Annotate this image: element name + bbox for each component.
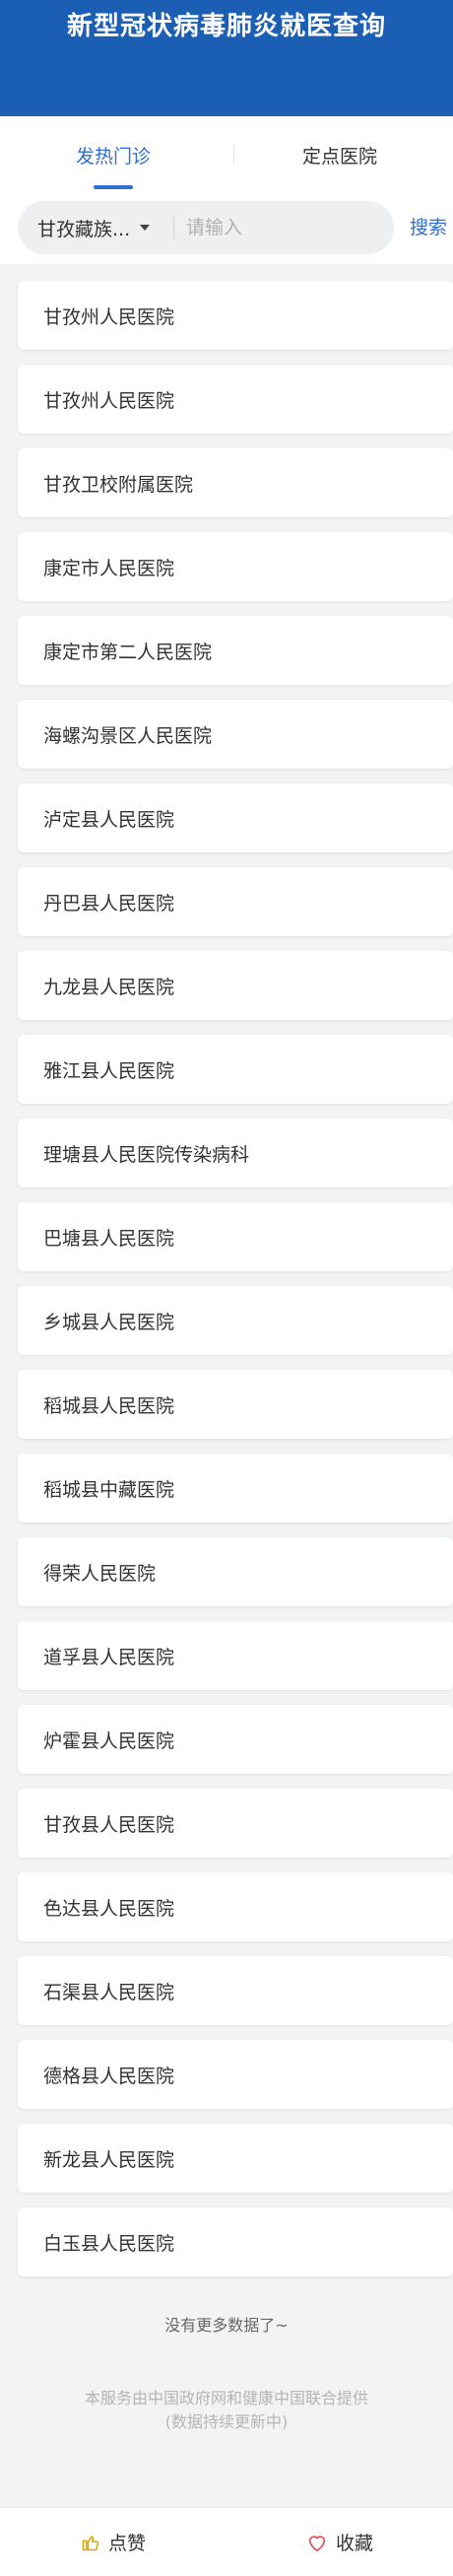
hospital-list-item[interactable]: 炉霍县人民医院 xyxy=(18,1705,453,1774)
hospital-list-item[interactable]: 康定市人民医院 xyxy=(18,532,453,601)
search-bar: 甘孜藏族... 搜索 xyxy=(0,193,453,264)
hospital-list-item[interactable]: 雅江县人民医院 xyxy=(18,1035,453,1104)
hospital-name: 丹巴县人民医院 xyxy=(43,892,175,915)
hospital-name: 德格县人民医院 xyxy=(43,2065,175,2087)
tab-fever-clinic[interactable]: 发热门诊 xyxy=(0,116,226,193)
hospital-list-item[interactable]: 理塘县人民医院传染病科 xyxy=(18,1119,453,1187)
hospital-name: 巴塘县人民医院 xyxy=(43,1227,175,1250)
region-select[interactable]: 甘孜藏族... xyxy=(18,201,173,254)
hospital-name: 道孚县人民医院 xyxy=(43,1646,175,1668)
hospital-name: 白玉县人民医院 xyxy=(43,2232,175,2255)
tab-divider xyxy=(233,144,234,164)
hospital-list-item[interactable]: 道孚县人民医院 xyxy=(18,1621,453,1690)
list-end-text: 没有更多数据了~ xyxy=(164,2316,289,2335)
hospital-name: 雅江县人民医院 xyxy=(43,1059,175,1082)
heart-icon xyxy=(308,2535,326,2551)
search-box: 甘孜藏族... xyxy=(18,201,394,254)
hospital-name: 稻城县人民医院 xyxy=(43,1394,175,1417)
tab-bar: 发热门诊 定点医院 xyxy=(0,116,453,193)
search-divider xyxy=(173,215,174,240)
hospital-name: 得荣人民医院 xyxy=(43,1562,157,1585)
hospital-list-item[interactable]: 甘孜县人民医院 xyxy=(18,1789,453,1858)
hospital-name: 康定市第二人民医院 xyxy=(43,641,213,663)
hospital-list: 甘孜州人民医院 甘孜州人民医院 甘孜卫校附属医院 康定市人民医院康定市第二人民医院 海螺… xyxy=(18,281,453,2291)
hospital-list-item[interactable]: 白玉县人民医院 xyxy=(18,2207,453,2276)
hospital-list-item[interactable]: 得荣人民医院 xyxy=(18,1537,453,1606)
hospital-name: 九龙县人民医院 xyxy=(43,976,175,998)
bottom-bar: 点赞 收藏 xyxy=(0,2507,453,2576)
hospital-name: 海螺沟景区人民医院 xyxy=(43,724,213,747)
like-button[interactable]: 点赞 xyxy=(0,2508,226,2576)
hospital-name: 乡城县人民医院 xyxy=(43,1311,175,1333)
footer-line-2: (数据持续更新中) xyxy=(164,2412,289,2431)
hospital-name: 甘孜州人民医院 xyxy=(43,389,175,412)
hospital-list-item[interactable]: 甘孜州人民医院 xyxy=(18,281,453,350)
thumbs-up-icon xyxy=(82,2535,99,2550)
hospital-list-item[interactable]: 色达县人民医院 xyxy=(18,1872,453,1941)
collect-button[interactable]: 收藏 xyxy=(226,2508,453,2576)
like-label: 点赞 xyxy=(107,2533,146,2554)
hospital-list-item[interactable]: 石渠县人民医院 xyxy=(18,1956,453,2025)
hospital-name: 泸定县人民医院 xyxy=(43,808,175,831)
hospital-list-item[interactable]: 丹巴县人民医院 xyxy=(18,867,453,936)
hospital-list-item[interactable]: 稻城县人民医院 xyxy=(18,1370,453,1439)
footer-line-1: 本服务由中国政府网和健康中国联合提供 xyxy=(84,2389,368,2407)
search-button[interactable]: 搜索 xyxy=(410,213,447,239)
page-title: 新型冠状病毒肺炎就医查询 xyxy=(66,12,386,41)
hospital-name: 甘孜卫校附属医院 xyxy=(43,473,194,496)
hospital-list-item[interactable]: 康定市第二人民医院 xyxy=(18,616,453,685)
hospital-name: 色达县人民医院 xyxy=(43,1897,175,1920)
search-input[interactable] xyxy=(186,217,373,238)
region-select-value: 甘孜藏族... xyxy=(37,218,131,240)
hospital-name: 甘孜州人民医院 xyxy=(43,305,175,328)
hospital-name: 甘孜县人民医院 xyxy=(43,1813,175,1836)
page-header: 新型冠状病毒肺炎就医查询 xyxy=(0,0,453,116)
hospital-name: 稻城县中藏医院 xyxy=(43,1478,175,1501)
hospital-list-item[interactable]: 新龙县人民医院 xyxy=(18,2124,453,2193)
hospital-list-item[interactable]: 甘孜卫校附属医院 xyxy=(18,448,453,517)
hospital-list-item[interactable]: 德格县人民医院 xyxy=(18,2040,453,2109)
hospital-name: 新龙县人民医院 xyxy=(43,2148,175,2171)
hospital-list-item[interactable]: 泸定县人民医院 xyxy=(18,783,453,852)
collect-label: 收藏 xyxy=(335,2533,373,2554)
hospital-name: 康定市人民医院 xyxy=(43,557,175,579)
chevron-down-icon xyxy=(140,225,151,231)
hospital-name: 炉霍县人民医院 xyxy=(43,1729,175,1752)
hospital-list-item[interactable]: 巴塘县人民医院 xyxy=(18,1202,453,1271)
hospital-name: 石渠县人民医院 xyxy=(43,1981,175,2003)
tab-designated-hospital[interactable]: 定点医院 xyxy=(226,116,453,193)
hospital-list-item[interactable]: 乡城县人民医院 xyxy=(18,1286,453,1355)
hospital-list-item[interactable]: 稻城县中藏医院 xyxy=(18,1454,453,1523)
footer-note: 本服务由中国政府网和健康中国联合提供 (数据持续更新中) xyxy=(0,2387,453,2434)
hospital-list-item[interactable]: 甘孜州人民医院 xyxy=(18,365,453,434)
hospital-name: 理塘县人民医院传染病科 xyxy=(43,1143,250,1166)
hospital-list-item[interactable]: 九龙县人民医院 xyxy=(18,951,453,1020)
hospital-list-item[interactable]: 海螺沟景区人民医院 xyxy=(18,700,453,769)
